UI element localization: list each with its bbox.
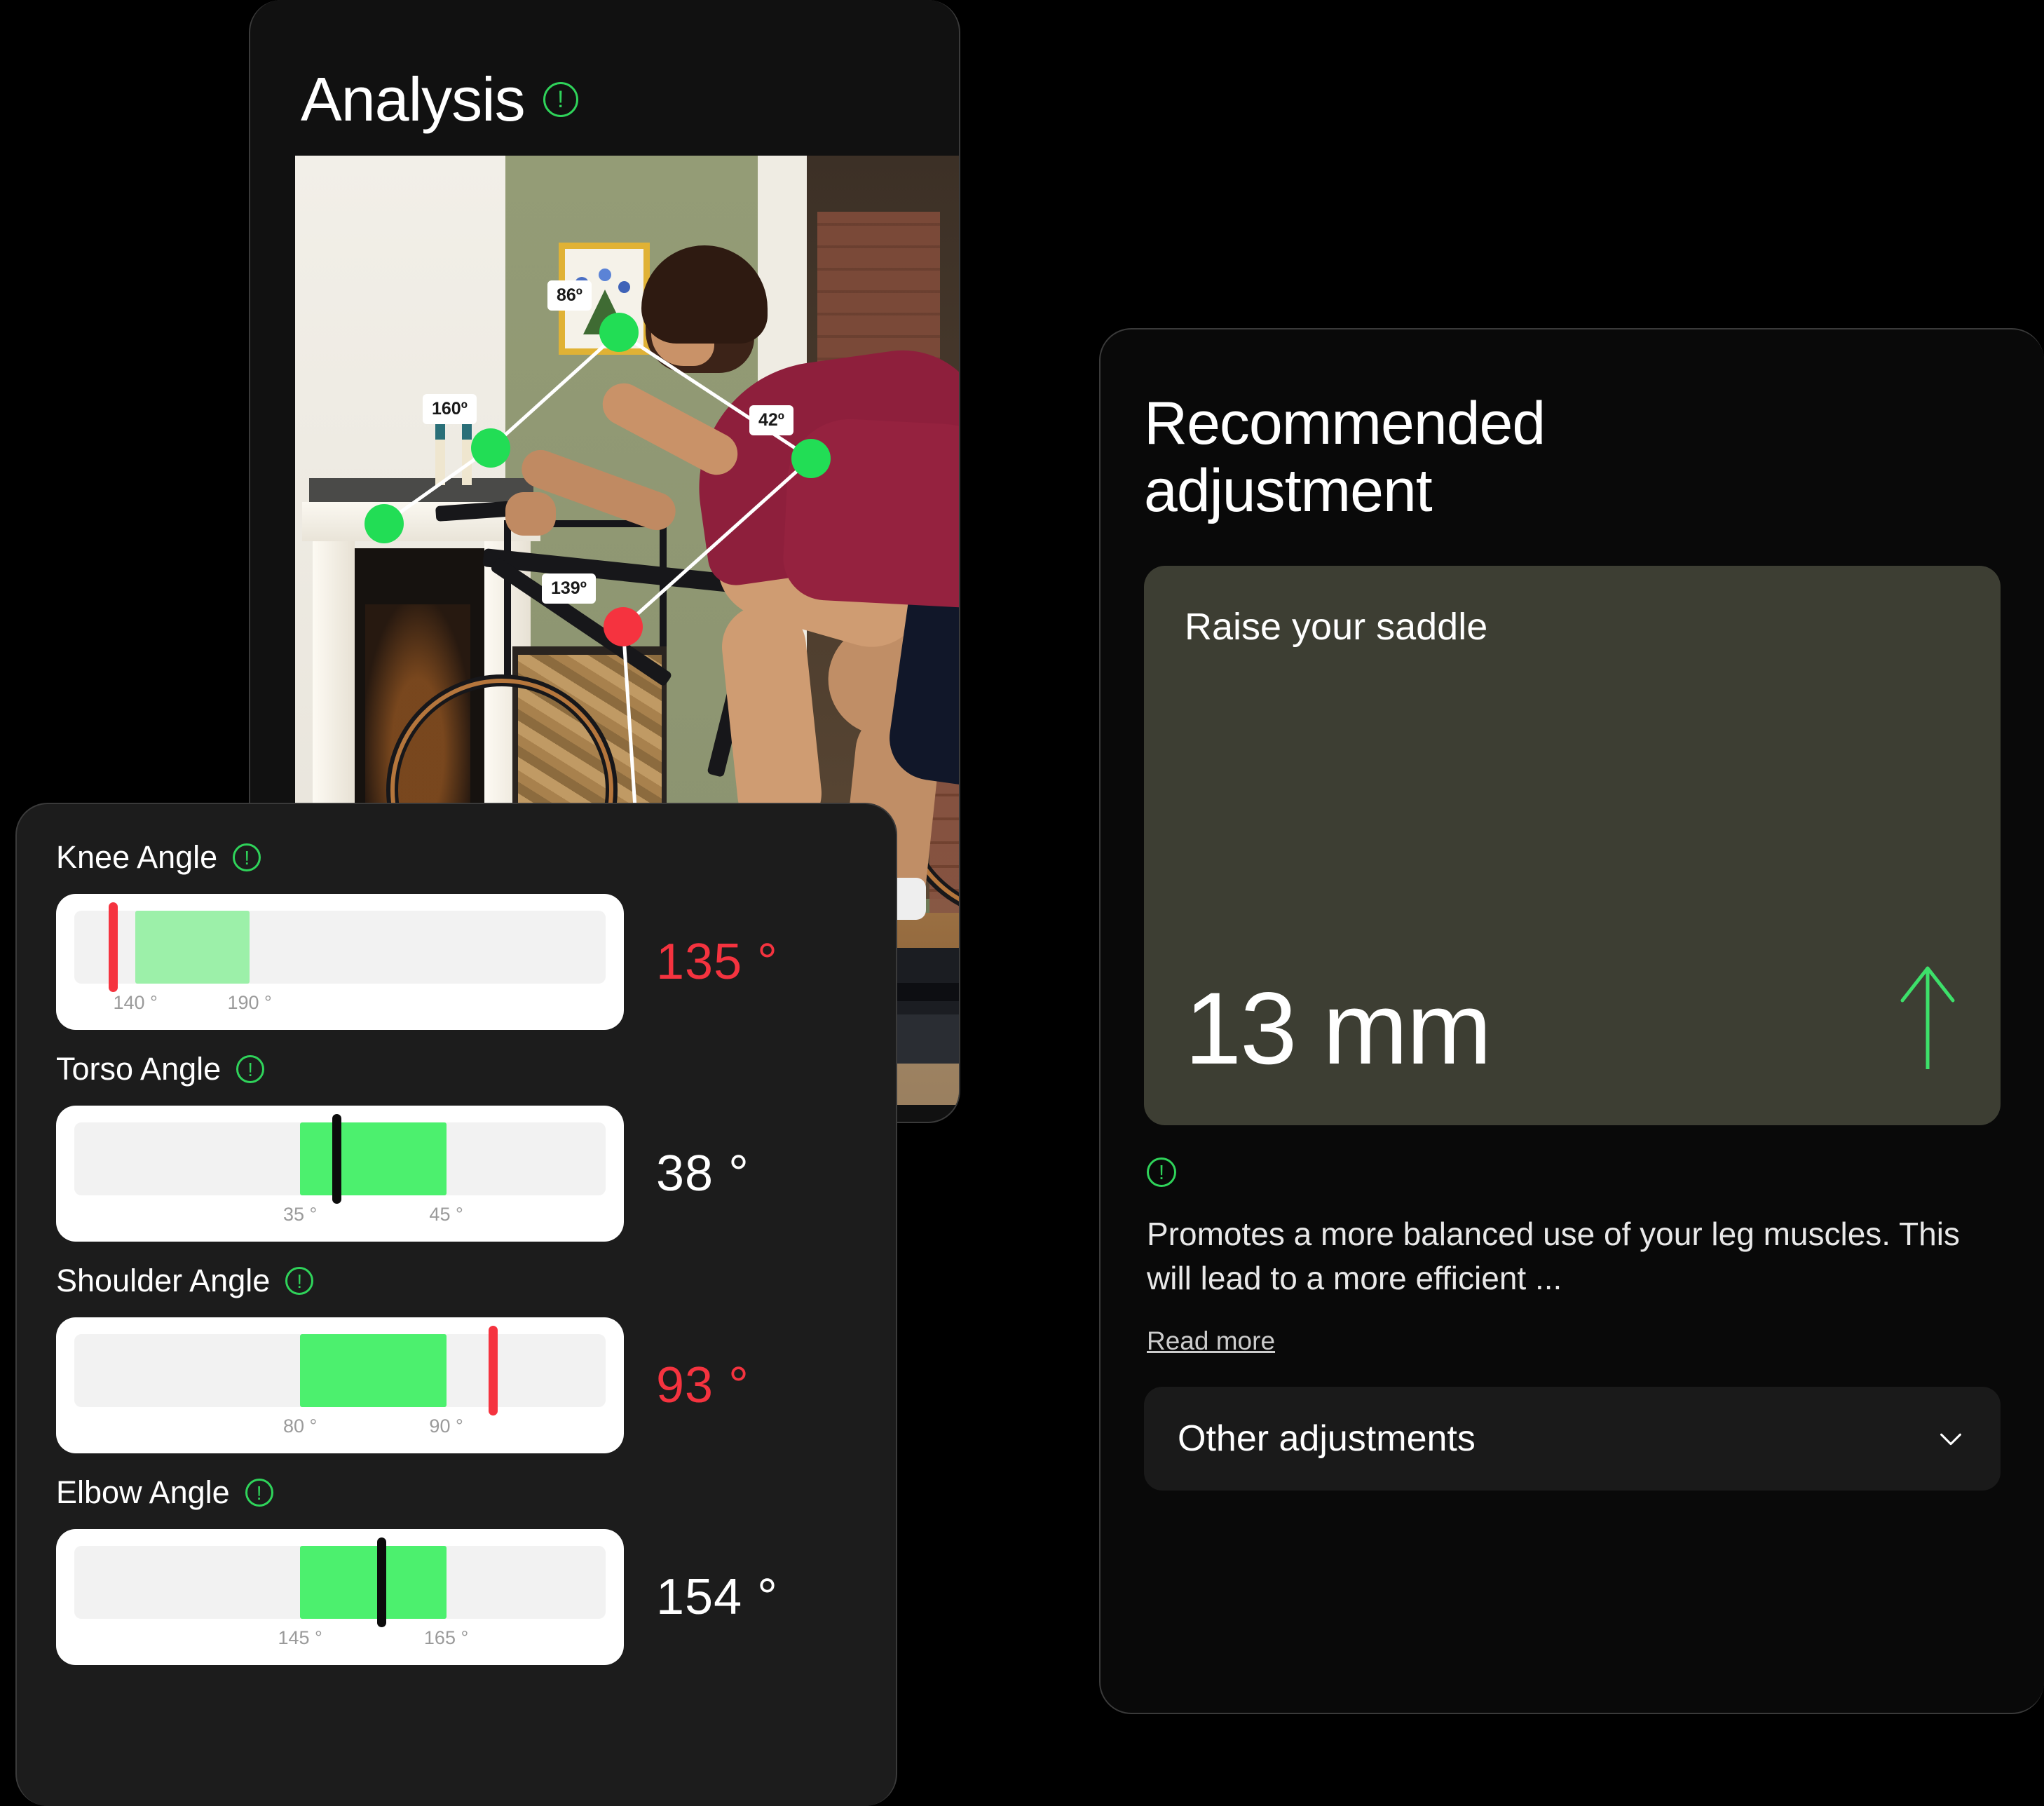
metric-value: 93 ° — [656, 1357, 749, 1413]
pose-joint-elbow[interactable] — [471, 428, 510, 468]
angle-badge-hip: 42º — [749, 405, 793, 435]
gauge-tick-max: 90 ° — [429, 1415, 463, 1437]
gauge-target-band — [300, 1334, 447, 1407]
metric-row: 140 ° 190 ° 135 ° — [56, 894, 857, 1030]
metric-block: Shoulder Angle! 80 ° 90 ° 93 ° — [56, 1263, 857, 1453]
metric-header: Knee Angle! — [56, 839, 857, 876]
gauge-track — [74, 1114, 606, 1204]
metric-header: Torso Angle! — [56, 1051, 857, 1087]
metric-gauge[interactable]: 80 ° 90 ° — [56, 1317, 624, 1453]
gauge-tick-max: 190 ° — [227, 992, 272, 1013]
note-icon-wrap: ! — [1147, 1157, 1998, 1187]
metric-header: Elbow Angle! — [56, 1474, 857, 1511]
info-icon[interactable]: ! — [233, 843, 261, 871]
adjustment-card-footer: 13 mm — [1185, 961, 1960, 1085]
gauge-value-marker — [377, 1537, 387, 1627]
gauge-tick-max: 165 ° — [423, 1627, 469, 1648]
gauge-target-band — [300, 1122, 447, 1195]
gauge-track — [74, 1537, 606, 1627]
metric-row: 145 ° 165 ° 154 ° — [56, 1529, 857, 1665]
gauge-value-marker — [489, 1326, 498, 1415]
metric-header: Shoulder Angle! — [56, 1263, 857, 1299]
metric-gauge[interactable]: 145 ° 165 ° — [56, 1529, 624, 1665]
metric-value: 154 ° — [656, 1569, 778, 1625]
metric-block: Knee Angle! 140 ° 190 ° 135 ° — [56, 839, 857, 1030]
joint-angles-panel: Knee Angle! 140 ° 190 ° 135 ° Torso Angle! 35… — [15, 803, 897, 1806]
metric-label: Elbow Angle — [56, 1474, 230, 1510]
adjustment-note: ! Promotes a more balanced use of your l… — [1144, 1157, 2001, 1356]
angle-badge-knee: 139º — [542, 573, 596, 604]
pose-joint-wrist[interactable] — [364, 504, 404, 543]
chevron-down-icon[interactable] — [1935, 1423, 1967, 1455]
metric-gauge[interactable]: 140 ° 190 ° — [56, 894, 624, 1030]
info-icon[interactable]: ! — [1147, 1157, 1176, 1187]
info-icon[interactable]: ! — [245, 1479, 273, 1507]
pose-joint-knee[interactable] — [604, 607, 643, 646]
recommended-adjustment-panel: Recommended adjustment Raise your saddle… — [1099, 328, 2044, 1714]
metric-label: Shoulder Angle — [56, 1263, 271, 1298]
metric-value: 135 ° — [656, 934, 778, 990]
gauge-ticks: 35 ° 45 ° — [74, 1198, 606, 1232]
gauge-target-band — [300, 1546, 447, 1619]
gauge-ticks: 145 ° 165 ° — [74, 1622, 606, 1655]
arrow-up-icon — [1900, 966, 1955, 1069]
gauge-tick-min: 35 ° — [282, 1204, 318, 1225]
other-adjustments-row[interactable]: Other adjustments — [1144, 1386, 2001, 1491]
gauge-tick-min: 80 ° — [282, 1415, 318, 1437]
metric-block: Elbow Angle! 145 ° 165 ° 154 ° — [56, 1474, 857, 1665]
gauge-track — [74, 902, 606, 992]
analysis-header: Analysis ! — [250, 0, 959, 140]
adjustment-card-title: Raise your saddle — [1185, 605, 1488, 648]
gauge-ticks: 80 ° 90 ° — [74, 1410, 606, 1444]
gauge-target-band — [135, 911, 250, 984]
gauge-value-marker — [332, 1114, 341, 1204]
page-title: Analysis — [301, 64, 526, 134]
info-icon[interactable]: ! — [236, 1055, 265, 1083]
metric-label: Torso Angle — [56, 1051, 222, 1087]
app-screenshot: Analysis ! 86º 160º 42º 139º Knee Angle … — [0, 0, 2044, 1806]
info-icon[interactable]: ! — [543, 82, 578, 117]
gauge-tick-max: 45 ° — [429, 1204, 463, 1225]
metric-block: Torso Angle! 35 ° 45 ° 38 ° — [56, 1051, 857, 1242]
info-icon[interactable]: ! — [285, 1267, 314, 1295]
adjustment-value: 13 mm — [1185, 970, 1492, 1085]
angle-badge-elbow: 160º — [423, 394, 477, 424]
metric-gauge[interactable]: 35 ° 45 ° — [56, 1106, 624, 1242]
note-text: Promotes a more balanced use of your leg… — [1147, 1215, 1960, 1297]
gauge-value-marker — [109, 902, 118, 992]
adjustment-card: Raise your saddle 13 mm — [1144, 565, 2001, 1125]
metric-row: 80 ° 90 ° 93 ° — [56, 1317, 857, 1453]
gauge-track — [74, 1326, 606, 1415]
metric-label: Knee Angle — [56, 839, 218, 875]
pose-joint-hip[interactable] — [791, 439, 831, 478]
read-more-link[interactable]: Read more — [1147, 1326, 1275, 1356]
gauge-tick-min: 140 ° — [113, 992, 158, 1013]
metric-value: 38 ° — [656, 1146, 749, 1202]
pose-joint-shoulder[interactable] — [599, 313, 639, 352]
gauge-tick-min: 145 ° — [278, 1627, 322, 1648]
gauge-ticks: 140 ° 190 ° — [74, 986, 606, 1020]
recommendation-title: Recommended adjustment — [1144, 390, 1546, 525]
joint-angles-list: Knee Angle! 140 ° 190 ° 135 ° Torso Angle! 35… — [56, 839, 857, 1665]
other-adjustments-label: Other adjustments — [1178, 1418, 1476, 1459]
angle-badge-shoulder: 86º — [547, 280, 592, 311]
metric-row: 35 ° 45 ° 38 ° — [56, 1106, 857, 1242]
